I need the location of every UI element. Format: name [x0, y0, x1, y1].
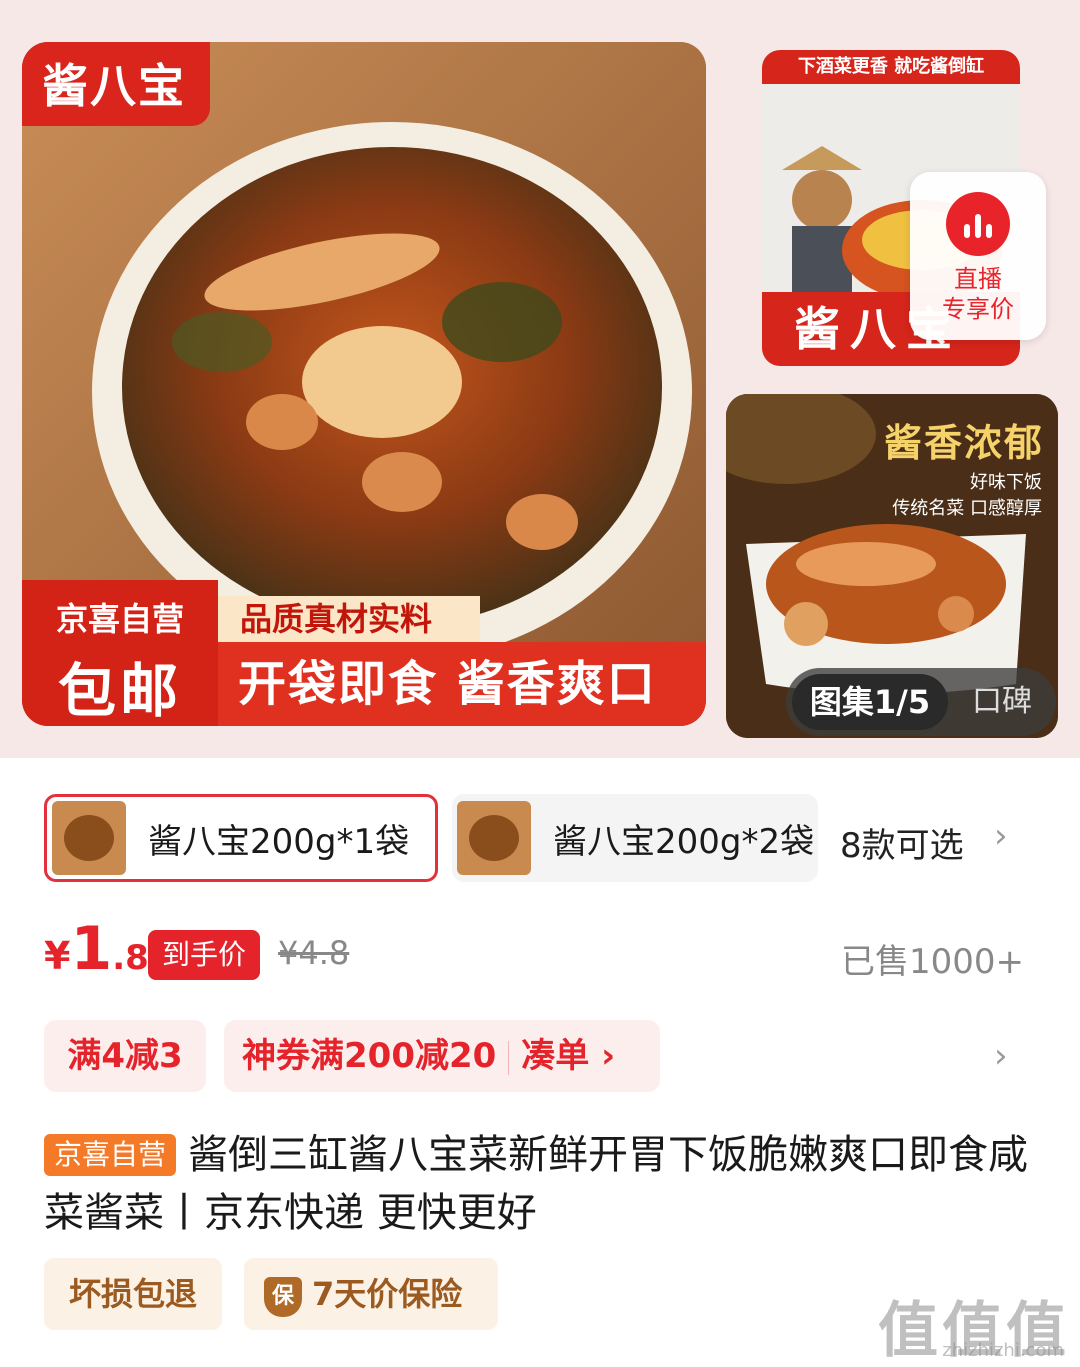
super-coupon-label: 神券满200减20	[242, 1036, 497, 1076]
variant-label: 酱八宝200g*1袋	[148, 821, 410, 862]
variant-thumbnail	[52, 801, 126, 875]
super-coupon[interactable]: 神券满200减20 凑单 ›	[224, 1020, 660, 1092]
gallery-switcher: 图集1/5 口碑	[786, 668, 1056, 736]
variant-count[interactable]: 8款可选	[840, 818, 964, 867]
flavor-subtitle-2: 传统名菜 口感醇厚	[892, 498, 1042, 519]
discount-coupon[interactable]: 满4减3	[44, 1020, 206, 1092]
variant-option-2[interactable]: 酱八宝200g*2袋	[452, 794, 818, 882]
price-integer: 1	[70, 914, 113, 984]
exclusive-price-label: 专享价	[942, 295, 1014, 323]
price-protection-service[interactable]: 保 7天价保险	[244, 1258, 498, 1330]
flavor-title: 酱香浓郁	[883, 421, 1044, 465]
live-label: 直播	[954, 265, 1002, 293]
add-on-order-link[interactable]: 凑单	[521, 1036, 589, 1076]
damage-return-service[interactable]: 坏损包退	[44, 1258, 222, 1330]
price-decimal: .8	[112, 938, 149, 978]
variant-label: 酱八宝200g*2袋	[553, 821, 815, 862]
package-top-strip: 下酒菜更香 就吃酱倒缸	[762, 50, 1020, 84]
shield-icon: 保	[264, 1277, 302, 1317]
self-operated-label: 京喜自营	[55, 600, 184, 638]
product-title-text: 酱倒三缸酱八宝菜新鲜开胃下饭脆嫩爽口即食咸菜酱菜丨京东快递 更快更好	[44, 1132, 1029, 1236]
live-exclusive-price-button[interactable]: 直播 专享价	[910, 172, 1046, 340]
self-operated-badge: 京喜自营	[44, 1134, 177, 1176]
original-price: ¥4.8	[278, 934, 350, 972]
sold-count: 已售1000+	[840, 942, 1024, 982]
album-tab[interactable]: 图集1/5	[792, 674, 948, 730]
chevron-right-icon[interactable]: ›	[994, 1036, 1008, 1076]
chevron-right-icon[interactable]: ›	[994, 816, 1008, 856]
main-product-image[interactable]: 酱八宝 品质真材实料 开袋即食 酱香爽口 京喜自营 包邮	[22, 42, 706, 726]
free-shipping-banner: 京喜自营 包邮	[22, 580, 218, 726]
coupon-divider	[508, 1040, 510, 1075]
chevron-right-icon: ›	[589, 1036, 616, 1076]
product-gallery[interactable]: 酱八宝 品质真材实料 开袋即食 酱香爽口 京喜自营 包邮 下酒菜更香 就吃酱倒缸…	[0, 0, 1080, 758]
variant-option-1[interactable]: 酱八宝200g*1袋	[44, 794, 438, 882]
live-icon	[946, 192, 1010, 256]
currency-symbol: ¥	[44, 934, 71, 978]
reviews-tab[interactable]: 口碑	[972, 668, 1032, 736]
variant-thumbnail	[457, 801, 531, 875]
flavor-subtitle-1: 好味下饭	[970, 472, 1042, 493]
price-protection-label: 7天价保险	[312, 1275, 463, 1313]
free-shipping-label: 包邮	[57, 657, 182, 725]
watermark-url: zhizhizhi.com	[942, 1340, 1064, 1361]
tagline-banner: 开袋即食 酱香爽口	[218, 642, 706, 726]
product-title: 京喜自营 酱倒三缸酱八宝菜新鲜开胃下饭脆嫩爽口即食咸菜酱菜丨京东快递 更快更好	[44, 1126, 1044, 1242]
product-name-tag: 酱八宝	[22, 42, 210, 126]
current-price: ¥1.8	[44, 914, 149, 984]
quality-banner: 品质真材实料	[218, 596, 481, 642]
final-price-badge: 到手价	[148, 930, 260, 980]
